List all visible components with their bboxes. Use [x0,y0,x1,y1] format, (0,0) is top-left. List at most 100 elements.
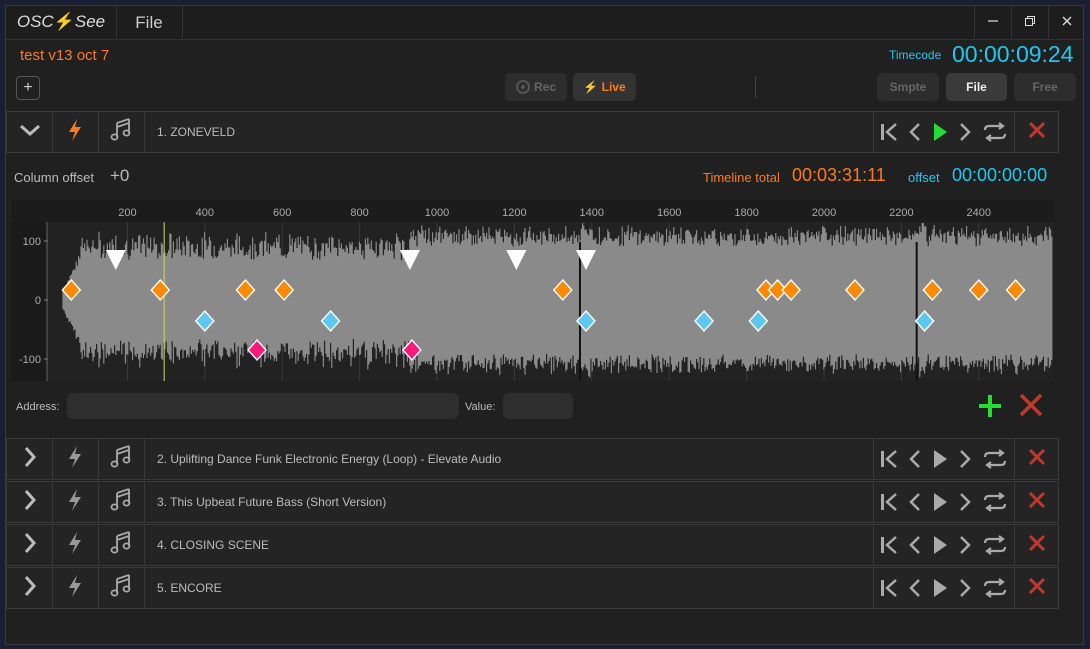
previous-icon[interactable] [909,492,921,512]
live-trigger-button[interactable] [52,482,99,522]
previous-icon[interactable] [909,449,921,469]
title-bar: OSC⚡See File [6,6,1083,40]
expand-toggle[interactable] [7,568,53,608]
smpte-button[interactable]: Smpte [877,73,939,101]
rec-button[interactable]: Rec [505,73,567,101]
music-icon [109,444,133,475]
delete-track-button[interactable] [1014,525,1059,565]
close-icon [1019,393,1043,417]
next-icon[interactable] [959,449,971,469]
address-label: Address: [16,401,60,413]
play-icon[interactable] [932,578,948,598]
next-icon[interactable] [959,122,971,142]
play-icon[interactable] [932,449,948,469]
audio-button[interactable] [98,439,145,479]
value-input[interactable] [503,393,573,419]
close-icon [1028,121,1046,144]
music-icon [109,117,133,148]
chevron-right-icon [23,575,37,602]
add-cue-button[interactable] [976,392,1004,425]
record-icon [515,80,530,94]
track-row[interactable]: 1. ZONEVELD [6,111,1059,153]
track-name: 3. This Upbeat Future Bass (Short Versio… [157,495,387,509]
previous-icon[interactable] [909,535,921,555]
delete-track-button[interactable] [1014,112,1059,152]
project-name: test v13 oct 7 [20,47,110,64]
timeline-total-value: 00:03:31:11 [792,165,886,185]
loop-icon[interactable] [982,491,1008,513]
close-icon [1028,448,1046,471]
minimize-icon[interactable] [974,6,1011,39]
free-button[interactable]: Free [1014,73,1076,101]
audio-button[interactable] [98,482,145,522]
live-trigger-button[interactable] [52,112,99,152]
transport-controls [873,568,1014,608]
x-tick-label: 1200 [502,207,526,219]
menu-file[interactable]: File [116,6,183,39]
track-row[interactable]: 4. CLOSING SCENE [6,524,1059,566]
delete-track-button[interactable] [1014,568,1059,608]
play-icon[interactable] [932,535,948,555]
play-icon[interactable] [932,492,948,512]
offset-value[interactable]: 00:00:00:00 [952,165,1047,186]
restore-icon[interactable] [1011,6,1048,39]
track-row[interactable]: 5. ENCORE [6,567,1059,609]
x-tick-label: 1600 [657,207,681,219]
close-icon[interactable] [1048,6,1083,39]
audio-button[interactable] [98,112,145,152]
skip-first-icon[interactable] [880,449,898,469]
chevron-right-icon [23,489,37,516]
column-offset-value[interactable]: +0 [110,166,129,186]
expand-toggle[interactable] [7,439,53,479]
chevron-down-icon [19,123,41,142]
transport-controls [873,439,1014,479]
play-icon[interactable] [932,122,948,142]
expand-toggle[interactable] [7,112,53,152]
y-tick-label: 0 [35,295,41,307]
address-input[interactable] [67,393,459,419]
next-icon[interactable] [959,492,971,512]
x-tick-label: 1800 [734,207,758,219]
previous-icon[interactable] [909,578,921,598]
x-tick-label: 600 [273,207,291,219]
skip-first-icon[interactable] [880,535,898,555]
close-icon [1028,491,1046,514]
live-trigger-button[interactable] [52,568,99,608]
bolt-icon [67,445,83,474]
delete-cue-button[interactable] [1018,392,1044,423]
x-tick-label: 2000 [812,207,836,219]
loop-icon[interactable] [982,448,1008,470]
offset-label: offset [908,170,940,185]
column-offset-label: Column offset [14,170,94,185]
live-button[interactable]: ⚡ Live [573,73,636,101]
expand-toggle[interactable] [7,525,53,565]
skip-first-icon[interactable] [880,122,898,142]
x-tick-label: 1000 [425,207,449,219]
x-tick-label: 1400 [580,207,604,219]
x-tick-label: 2400 [967,207,991,219]
track-row[interactable]: 2. Uplifting Dance Funk Electronic Energ… [6,438,1059,480]
track-name: 2. Uplifting Dance Funk Electronic Energ… [157,452,502,466]
loop-icon[interactable] [982,577,1008,599]
next-icon[interactable] [959,535,971,555]
waveform-timeline[interactable]: 200 400 600 800 1000 1200 1400 1600 1800 2000 2200… [11,200,1054,381]
x-tick-label: 800 [350,207,368,219]
plus-square-icon[interactable]: + [16,76,40,100]
track-row[interactable]: 3. This Upbeat Future Bass (Short Versio… [6,481,1059,523]
audio-button[interactable] [98,568,145,608]
expand-toggle[interactable] [7,482,53,522]
skip-first-icon[interactable] [880,492,898,512]
delete-track-button[interactable] [1014,482,1059,522]
app-window: OSC⚡See File test v13 oct 7 Timecode 00:… [5,5,1084,645]
waveform-canvas[interactable]: 200 400 600 800 1000 1200 1400 1600 1800 2000 2200… [11,200,1054,381]
live-trigger-button[interactable] [52,525,99,565]
skip-first-icon[interactable] [880,578,898,598]
file-mode-button[interactable]: File [946,73,1007,101]
live-trigger-button[interactable] [52,439,99,479]
previous-icon[interactable] [909,122,921,142]
audio-button[interactable] [98,525,145,565]
next-icon[interactable] [959,578,971,598]
loop-icon[interactable] [982,534,1008,556]
loop-icon[interactable] [982,121,1008,143]
delete-track-button[interactable] [1014,439,1059,479]
